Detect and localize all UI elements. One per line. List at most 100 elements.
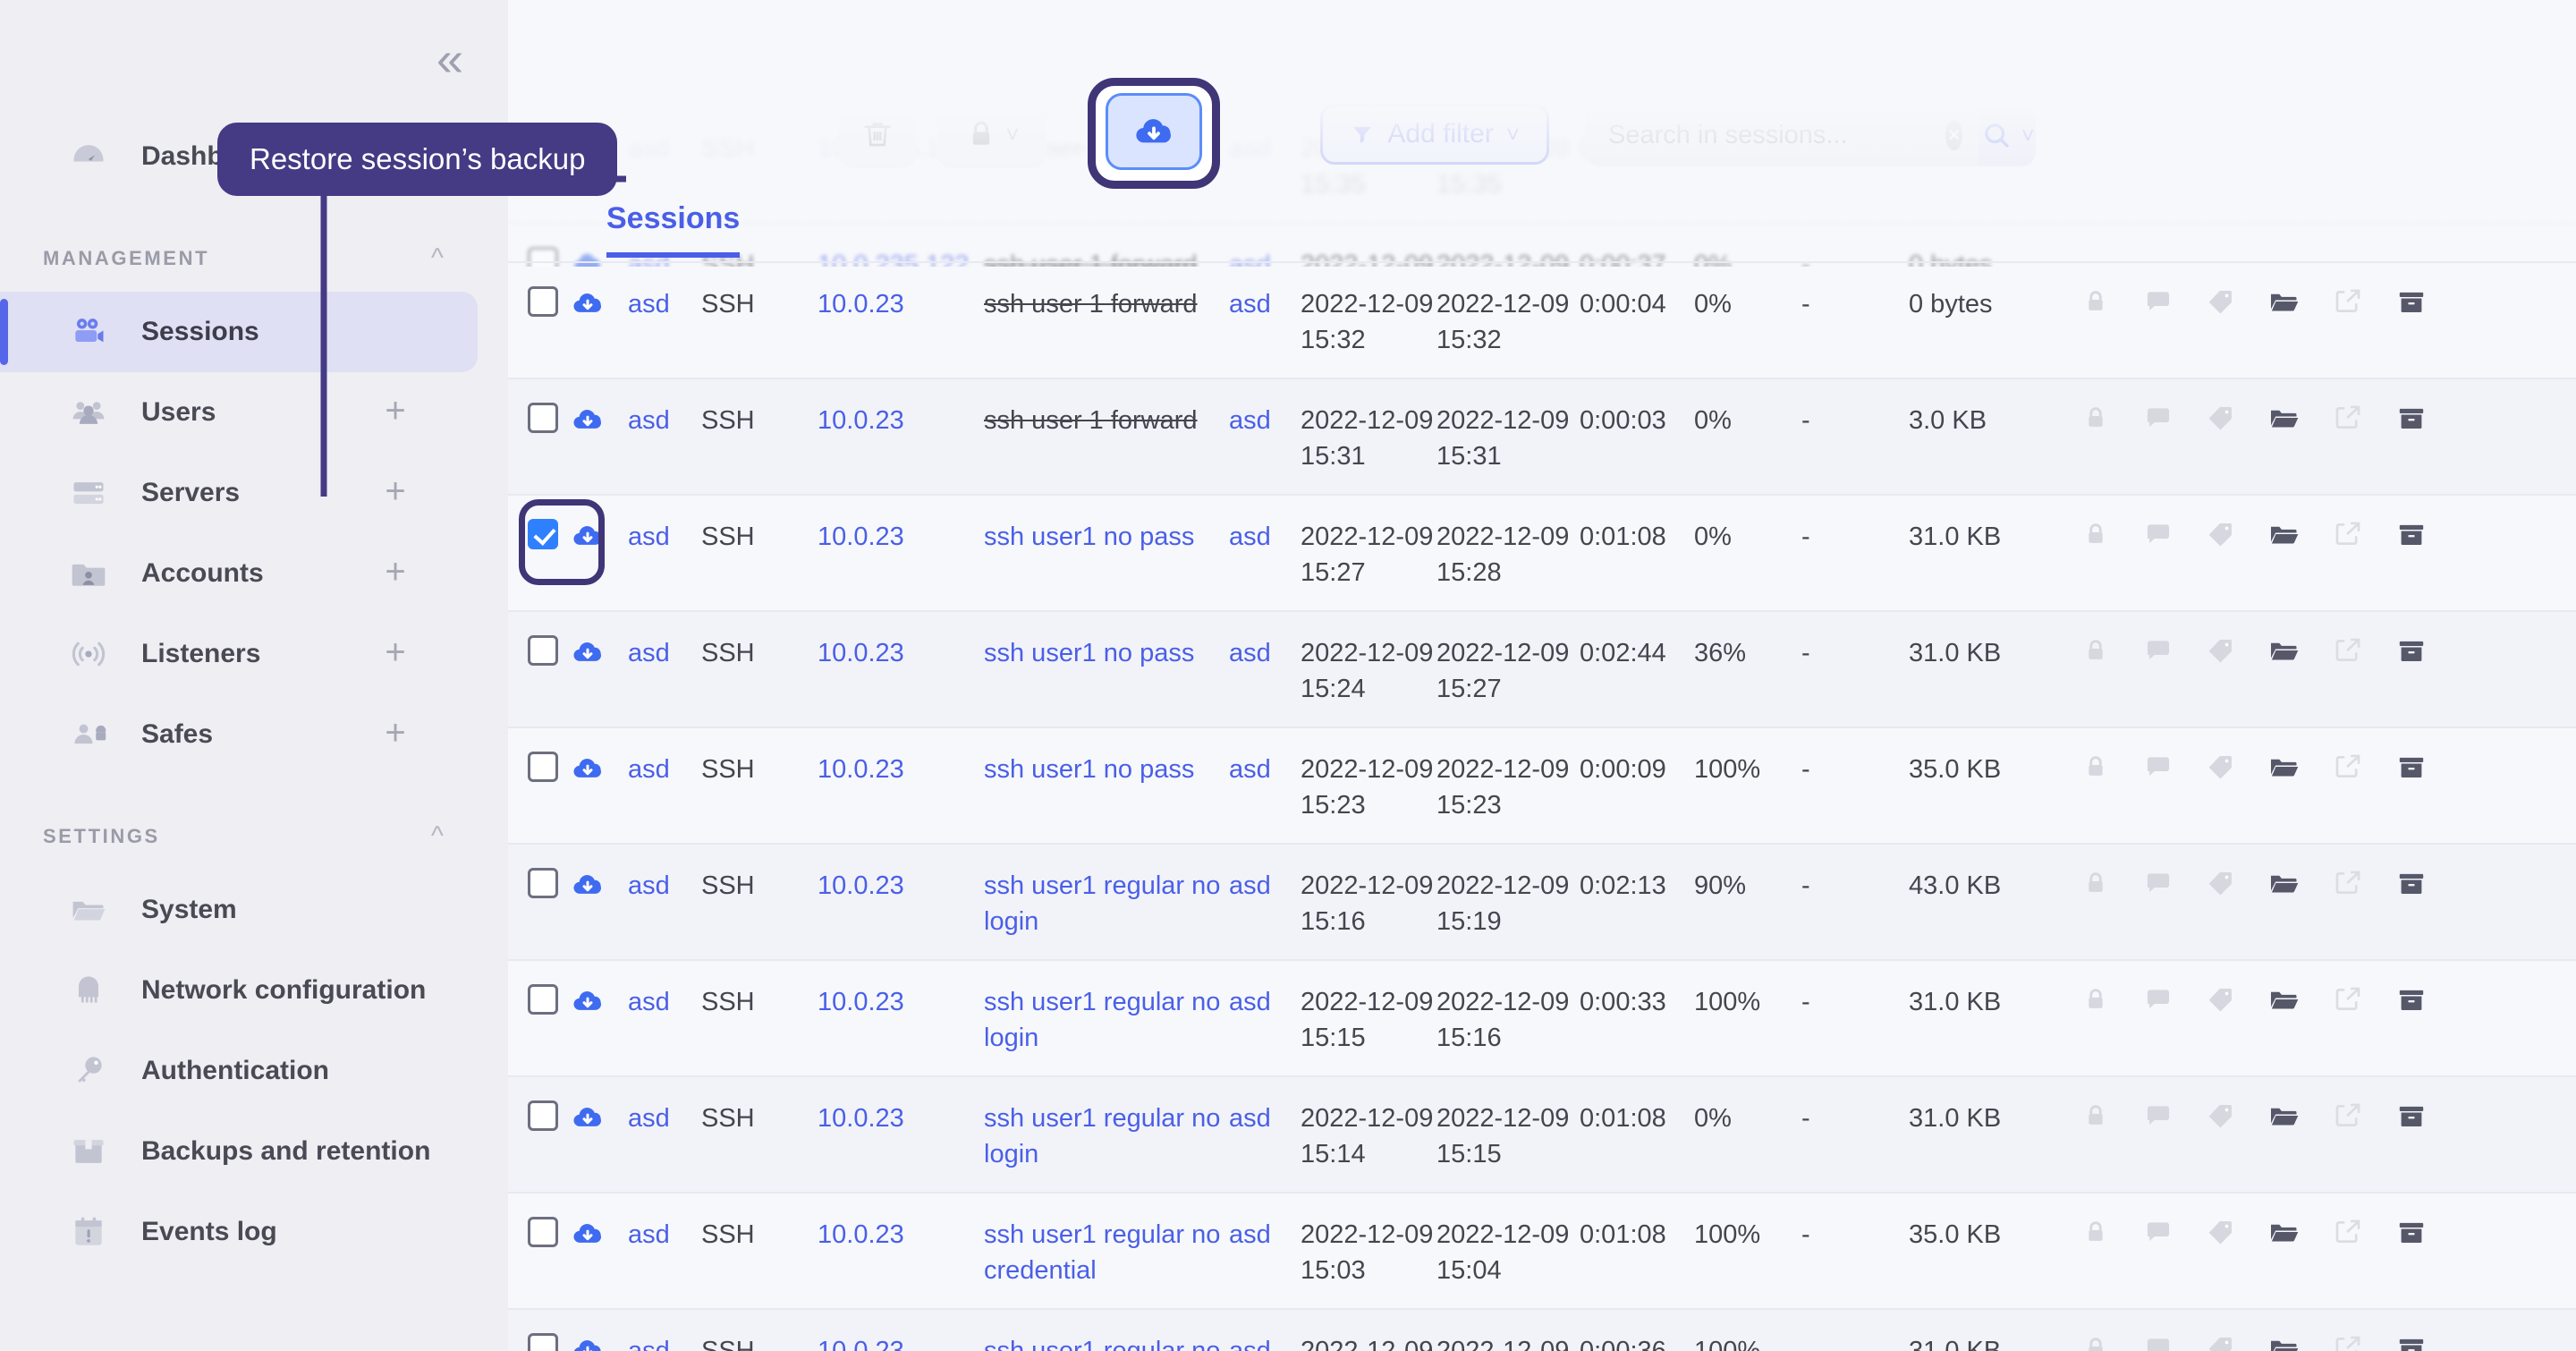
chevron-up-icon[interactable]: ^: [431, 245, 444, 272]
tag-icon[interactable]: [2206, 635, 2236, 670]
chevron-down-icon[interactable]: ˅: [2021, 122, 2035, 149]
row-account[interactable]: ssh user1 regular no credential: [979, 1217, 1229, 1288]
add-filter-button[interactable]: Add filter ˅: [1320, 104, 1549, 165]
row-checkbox-cell[interactable]: [508, 403, 560, 433]
archive-box-icon[interactable]: [2395, 1217, 2428, 1253]
tag-icon[interactable]: [2206, 868, 2236, 903]
chevrons-left-icon[interactable]: «: [422, 35, 472, 83]
comment-icon[interactable]: [2143, 1333, 2174, 1351]
tag-icon[interactable]: [2206, 286, 2236, 321]
row-restore-cell[interactable]: [560, 403, 615, 437]
cloud-download-icon[interactable]: [571, 286, 605, 320]
tag-icon[interactable]: [2206, 752, 2236, 786]
cloud-download-icon[interactable]: [571, 1217, 605, 1251]
folder-open-icon[interactable]: [2268, 1333, 2301, 1351]
comment-icon[interactable]: [2143, 286, 2174, 321]
row-checkbox-cell[interactable]: [508, 752, 560, 782]
table-row[interactable]: asd SSH 10.0.23 ssh user1 no pass asd 2022-12…: [508, 494, 2576, 610]
row-safe[interactable]: asd: [1229, 984, 1301, 1020]
row-safe[interactable]: asd: [1229, 1217, 1301, 1253]
row-checkbox-cell[interactable]: [508, 635, 560, 666]
share-icon[interactable]: [2333, 519, 2363, 554]
chevron-down-icon[interactable]: ˅: [2506, 30, 2522, 61]
sidebar-item-system[interactable]: System: [0, 870, 478, 950]
row-actions[interactable]: [2059, 1217, 2576, 1253]
tag-icon[interactable]: [2206, 984, 2236, 1019]
row-ip[interactable]: 10.0.23: [818, 984, 979, 1020]
row-ip[interactable]: 10.0.23: [818, 752, 979, 787]
row-actions[interactable]: [2059, 635, 2576, 672]
row-checkbox[interactable]: [528, 1100, 558, 1131]
lock-icon[interactable]: [2080, 1333, 2111, 1351]
row-checkbox-cell[interactable]: [508, 984, 560, 1015]
row-account[interactable]: ssh user1 no pass: [979, 519, 1229, 555]
sidebar-item-authentication[interactable]: Authentication: [0, 1031, 478, 1111]
user-menu[interactable]: admin ˅: [2093, 23, 2522, 67]
search-box[interactable]: × ˅: [1585, 104, 2036, 166]
tag-icon[interactable]: [2206, 1333, 2236, 1351]
row-checkbox[interactable]: [528, 519, 558, 549]
row-checkbox-cell[interactable]: [508, 868, 560, 898]
comment-icon[interactable]: [2143, 635, 2174, 670]
row-safe[interactable]: asd: [1229, 403, 1301, 438]
sidebar-section-settings[interactable]: SETTINGS ^: [0, 803, 508, 870]
comment-icon[interactable]: [2143, 1217, 2174, 1252]
comment-icon[interactable]: [2143, 519, 2174, 554]
row-actions[interactable]: [2059, 984, 2576, 1021]
row-checkbox[interactable]: [528, 984, 558, 1015]
row-user[interactable]: asd: [615, 1100, 701, 1136]
row-restore-cell[interactable]: [560, 1333, 615, 1351]
lock-icon[interactable]: [2080, 635, 2111, 670]
row-actions[interactable]: [2059, 519, 2576, 556]
lock-icon[interactable]: [2080, 403, 2111, 438]
row-account[interactable]: ssh user1 regular no login: [979, 984, 1229, 1056]
comment-icon[interactable]: [2143, 403, 2174, 438]
row-actions[interactable]: [2059, 1100, 2576, 1137]
add-server-button[interactable]: +: [377, 473, 413, 511]
close-circle-icon[interactable]: ×: [1945, 120, 1963, 150]
folder-open-icon[interactable]: [2268, 868, 2301, 905]
lock-icon[interactable]: [2080, 752, 2111, 786]
tag-icon[interactable]: [2206, 1100, 2236, 1135]
cloud-download-icon[interactable]: [571, 519, 605, 553]
table-row[interactable]: asd SSH 10.0.23 ssh user1 no pass asd 2022-12…: [508, 610, 2576, 726]
row-safe[interactable]: asd: [1229, 868, 1301, 904]
table-row[interactable]: asd SSH 10.0.23 ssh user1 regular no login a…: [508, 959, 2576, 1075]
lock-icon[interactable]: [2080, 519, 2111, 554]
row-checkbox[interactable]: [528, 635, 558, 666]
sidebar-item-events-log[interactable]: Events log: [0, 1192, 478, 1272]
row-user[interactable]: asd: [615, 1333, 701, 1351]
comment-icon[interactable]: [2143, 752, 2174, 786]
tab-sessions[interactable]: Sessions: [606, 201, 741, 258]
sidebar-item-listeners[interactable]: Listeners +: [0, 614, 478, 694]
cloud-download-icon[interactable]: [571, 752, 605, 786]
archive-box-icon[interactable]: [2395, 984, 2428, 1021]
cloud-download-icon[interactable]: [571, 635, 605, 669]
archive-box-icon[interactable]: [2395, 635, 2428, 672]
row-user[interactable]: asd: [615, 984, 701, 1020]
row-restore-cell[interactable]: [560, 519, 615, 553]
row-user[interactable]: asd: [615, 519, 701, 555]
row-ip[interactable]: 10.0.23: [818, 1217, 979, 1253]
sidebar-item-network-configuration[interactable]: Network configuration: [0, 950, 478, 1031]
folder-open-icon[interactable]: [2268, 1100, 2301, 1137]
add-account-button[interactable]: +: [377, 554, 413, 591]
cloud-download-icon[interactable]: [571, 868, 605, 902]
row-restore-cell[interactable]: [560, 1217, 615, 1251]
table-row[interactable]: asd SSH 10.0.23 ssh user 1 forward asd 2022-1…: [508, 378, 2576, 494]
row-checkbox[interactable]: [528, 1217, 558, 1247]
row-restore-cell[interactable]: [560, 286, 615, 320]
table-row[interactable]: asd SSH 10.0.23 ssh user1 regular no login a…: [508, 843, 2576, 959]
row-account[interactable]: ssh user1 regular no login: [979, 1100, 1229, 1172]
sidebar-item-servers[interactable]: Servers +: [0, 453, 478, 533]
row-restore-cell[interactable]: [560, 635, 615, 669]
table-row[interactable]: asd SSH 10.0.23 ssh user1 regular no login a…: [508, 1075, 2576, 1192]
share-icon[interactable]: [2333, 286, 2363, 321]
sidebar-item-safes[interactable]: Safes +: [0, 694, 478, 775]
row-actions[interactable]: [2059, 752, 2576, 788]
row-checkbox[interactable]: [528, 868, 558, 898]
tag-icon[interactable]: [2206, 519, 2236, 554]
share-icon[interactable]: [2333, 1217, 2363, 1252]
row-account[interactable]: ssh user1 no pass: [979, 635, 1229, 671]
add-listener-button[interactable]: +: [377, 634, 413, 672]
